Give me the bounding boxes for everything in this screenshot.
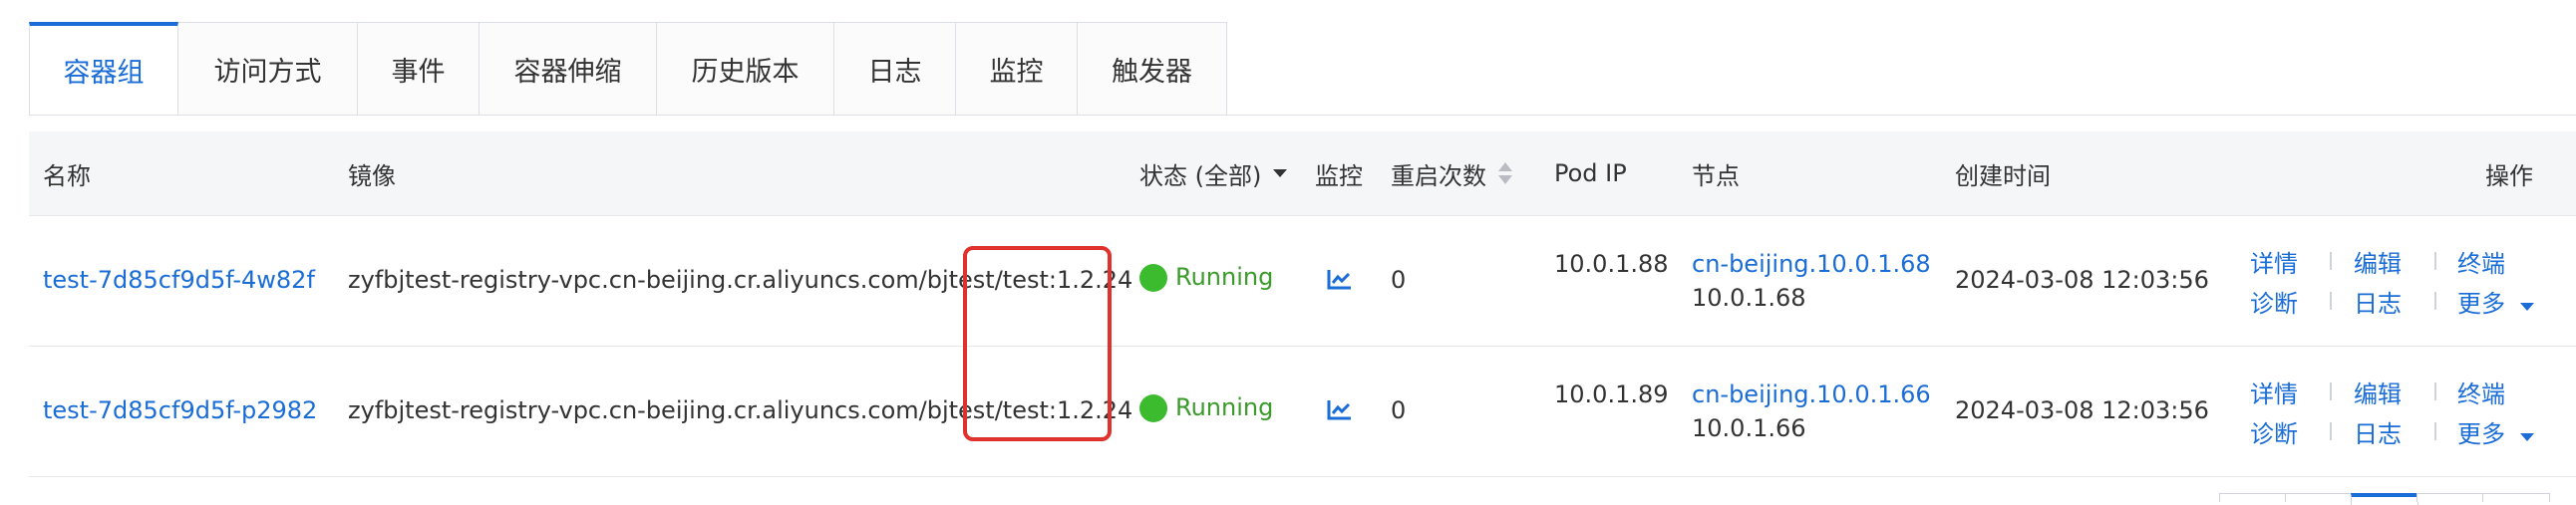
terminal-action[interactable]: 终端: [2457, 244, 2505, 279]
pod-name-link[interactable]: test-7d85cf9d5f-4w82f: [43, 266, 315, 294]
node-link[interactable]: cn-beijing.10.0.1.68: [1692, 250, 1931, 278]
restart-count: 0: [1391, 266, 1407, 294]
pod-ip: 10.0.1.89: [1554, 380, 1669, 408]
pagination-page-active[interactable]: [2351, 493, 2418, 505]
running-dot-icon: [1139, 394, 1167, 422]
running-dot-icon: [1139, 264, 1167, 292]
col-pod-ip: Pod IP: [1554, 159, 1627, 187]
action-separator: [2434, 382, 2436, 400]
detail-action[interactable]: 详情: [2250, 375, 2298, 409]
action-separator: [2434, 252, 2436, 270]
status-badge: Running: [1139, 263, 1273, 292]
col-image: 镜像: [348, 161, 396, 190]
tab-bar: 容器组 访问方式 事件 容器伸缩 历史版本 日志 监控 触发器: [29, 22, 1227, 116]
tab-events[interactable]: 事件: [358, 22, 480, 116]
more-label: 更多: [2457, 290, 2505, 318]
col-restarts-sort[interactable]: 重启次数: [1391, 131, 1514, 215]
pagination-page[interactable]: [2285, 493, 2353, 502]
pagination-page[interactable]: [2416, 493, 2484, 502]
tab-monitor[interactable]: 监控: [956, 22, 1078, 116]
created-time: 2024-03-08 12:03:56: [1955, 396, 2209, 424]
action-separator: [2330, 382, 2332, 400]
logs-action[interactable]: 日志: [2354, 414, 2402, 449]
tab-pods[interactable]: 容器组: [29, 22, 178, 116]
action-separator: [2330, 252, 2332, 270]
detail-action[interactable]: 详情: [2250, 244, 2298, 279]
more-action[interactable]: 更多: [2457, 284, 2535, 319]
table-header: 名称 镜像 状态 (全部) 监控 重启次数 Pod IP 节点 创建时间 操作: [29, 131, 2576, 216]
col-created: 创建时间: [1955, 161, 2051, 190]
tab-scaling[interactable]: 容器伸缩: [480, 22, 657, 116]
tab-history[interactable]: 历史版本: [657, 22, 834, 116]
more-action[interactable]: 更多: [2457, 414, 2535, 449]
logs-action[interactable]: 日志: [2354, 284, 2402, 319]
status-text: Running: [1175, 393, 1274, 421]
action-separator: [2330, 422, 2332, 440]
action-separator: [2330, 292, 2332, 310]
col-node: 节点: [1692, 161, 1740, 190]
terminal-action[interactable]: 终端: [2457, 375, 2505, 409]
tab-access[interactable]: 访问方式: [178, 22, 358, 116]
created-time: 2024-03-08 12:03:56: [1955, 266, 2209, 294]
node-link[interactable]: cn-beijing.10.0.1.66: [1692, 380, 1931, 408]
table-row: test-7d85cf9d5f-4w82f zyfbjtest-registry…: [29, 216, 2576, 347]
more-label: 更多: [2457, 420, 2505, 448]
restart-count: 0: [1391, 396, 1407, 424]
highlight-annotation: [963, 246, 1112, 441]
monitor-chart-icon[interactable]: [1327, 268, 1353, 296]
monitor-chart-icon[interactable]: [1327, 398, 1353, 426]
tab-triggers[interactable]: 触发器: [1078, 22, 1227, 116]
col-monitor: 监控: [1315, 161, 1363, 190]
caret-down-icon: [2519, 433, 2534, 441]
table-row: test-7d85cf9d5f-p2982 zyfbjtest-registry…: [29, 347, 2576, 477]
edit-action[interactable]: 编辑: [2354, 375, 2402, 409]
action-separator: [2434, 292, 2436, 310]
diagnose-action[interactable]: 诊断: [2250, 414, 2298, 449]
edit-action[interactable]: 编辑: [2354, 244, 2402, 279]
caret-down-icon: [2519, 303, 2534, 311]
tab-logs[interactable]: 日志: [834, 22, 956, 116]
caret-down-icon: [1273, 169, 1288, 177]
col-name: 名称: [43, 161, 91, 190]
sort-icon: [1498, 162, 1512, 184]
node-ip: 10.0.1.66: [1692, 414, 1806, 442]
col-status-label: 状态 (全部): [1139, 161, 1262, 190]
col-status-filter[interactable]: 状态 (全部): [1139, 131, 1289, 215]
pagination-next[interactable]: [2482, 493, 2550, 502]
pagination-prev[interactable]: [2219, 493, 2287, 502]
status-text: Running: [1175, 263, 1274, 291]
col-restarts-label: 重启次数: [1391, 161, 1486, 190]
diagnose-action[interactable]: 诊断: [2250, 284, 2298, 319]
col-actions: 操作: [2485, 161, 2533, 190]
node-ip: 10.0.1.68: [1692, 284, 1806, 312]
action-separator: [2434, 422, 2436, 440]
pod-ip: 10.0.1.88: [1554, 250, 1669, 278]
pod-name-link[interactable]: test-7d85cf9d5f-p2982: [43, 396, 317, 424]
status-badge: Running: [1139, 393, 1273, 422]
tab-divider: [29, 115, 2576, 116]
